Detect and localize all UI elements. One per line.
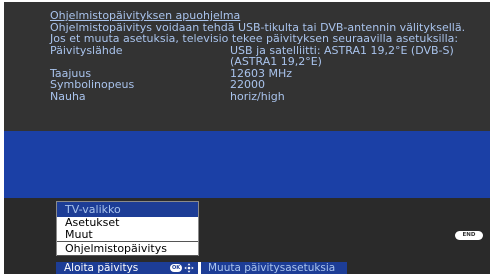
info-text-block: Ohjelmistopäivityksen apuohjelma Ohjelmi… [50,10,482,102]
menu-header: TV-valikko [57,202,198,217]
update-source-value-line2: (ASTRA1 19,2°E) [230,55,322,68]
menu-item-other[interactable]: Muut [57,229,198,241]
info-description: Ohjelmistopäivitys voidaan tehdä USB-tik… [50,20,466,45]
start-update-label: Aloita päivitys [64,262,139,274]
navigation-arrows-icon [184,263,194,273]
ok-button-icon: OK [170,264,182,272]
end-button[interactable]: END [455,231,483,240]
menu-item-software-update[interactable]: Ohjelmistopäivitys [57,241,198,256]
tv-screen: Ohjelmistopäivityksen apuohjelma Ohjelmi… [0,0,494,276]
tv-menu: TV-valikko Asetukset Muut Ohjelmistopäiv… [56,201,199,256]
menu-item-start-update[interactable]: Aloita päivitys OK [56,262,198,274]
symbol-rate-label: Symbolinopeus [50,78,135,91]
info-row-symbol-rate: Symbolinopeus 22000 [50,79,482,91]
band-label: Nauha [50,89,86,103]
band-value: horiz/high [230,89,285,103]
menu-bottom-bar: Aloita päivitys OK Muuta päivitysasetuks… [56,262,347,274]
info-panel: Ohjelmistopäivityksen apuohjelma Ohjelmi… [4,2,490,131]
symbol-rate-value: 22000 [230,78,265,91]
change-update-settings-option[interactable]: Muuta päivitysasetuksia [201,262,347,274]
update-source-value: USB ja satelliitti: ASTRA1 19,2°E (DVB-S… [230,44,454,68]
info-title: Ohjelmistopäivityksen apuohjelma [50,9,241,22]
info-row-band: Nauha horiz/high [50,89,482,103]
info-row-update-source: Päivityslähde USB ja satelliitti: ASTRA1… [50,43,482,68]
update-source-label: Päivityslähde [50,43,123,57]
